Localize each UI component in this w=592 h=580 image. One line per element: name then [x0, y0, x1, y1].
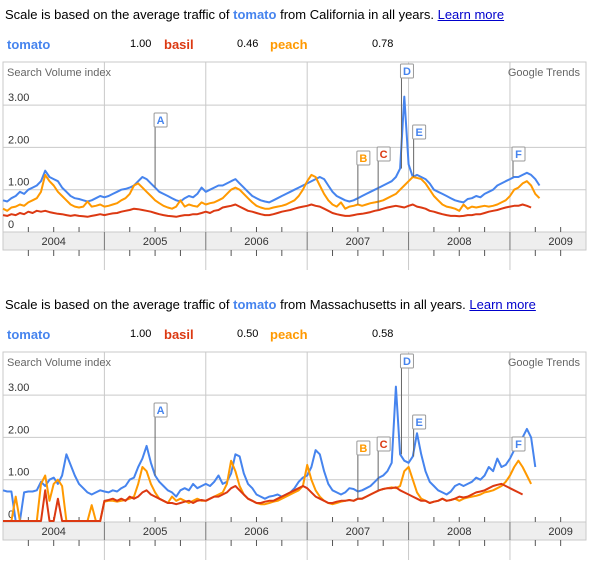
learn-more-link[interactable]: Learn more: [469, 297, 535, 312]
legend-basil-value: 0.46: [237, 38, 259, 50]
trends-panel-massachusetts: Scale is based on the average traffic of…: [0, 290, 592, 560]
google-trends-watermark: Google Trends: [508, 357, 581, 369]
scale-note-term: tomato: [233, 297, 277, 312]
y-tick-label: 3.00: [8, 382, 29, 394]
scale-note-prefix: Scale is based on the average traffic of: [5, 7, 234, 22]
x-tick-label: 2004: [41, 236, 65, 248]
legend: tomato 1.00 basil 0.46 peach 0.78: [0, 37, 592, 53]
legend-peach-value: 0.78: [372, 38, 394, 50]
legend-tomato-name[interactable]: tomato: [7, 37, 50, 52]
legend-basil-value: 0.50: [237, 328, 259, 340]
y-tick-label: 1.00: [8, 177, 29, 189]
y-tick-label: 2.00: [8, 134, 29, 146]
legend-peach-name[interactable]: peach: [270, 327, 308, 342]
learn-more-link[interactable]: Learn more: [438, 7, 504, 22]
annotation-label: E: [415, 127, 422, 139]
x-axis-band: [2, 521, 587, 541]
scale-note: Scale is based on the average traffic of…: [5, 7, 504, 22]
x-tick-label: 2009: [548, 526, 572, 538]
legend-basil-name[interactable]: basil: [164, 327, 194, 342]
x-tick-label: 2009: [548, 236, 572, 248]
google-trends-watermark: Google Trends: [508, 67, 581, 79]
legend-basil-name[interactable]: basil: [164, 37, 194, 52]
y-tick-label: 0: [8, 219, 14, 231]
scale-note-prefix: Scale is based on the average traffic of: [5, 297, 234, 312]
annotation-label: C: [380, 149, 388, 161]
scale-note-suffix: from California in all years.: [276, 7, 438, 22]
annotation-label: E: [415, 417, 422, 429]
y-axis-title: Search Volume index: [7, 357, 111, 369]
x-tick-label: 2005: [143, 526, 167, 538]
x-tick-label: 2007: [346, 236, 370, 248]
legend-tomato-value: 1.00: [130, 328, 152, 340]
x-axis-band: [2, 231, 587, 251]
annotation-label: C: [380, 439, 388, 451]
y-tick-label: 3.00: [8, 92, 29, 104]
annotation-label: B: [359, 443, 367, 455]
annotation-label: F: [515, 149, 522, 161]
trends-chart[interactable]: 01.002.003.00Search Volume index Google T…: [0, 345, 592, 580]
x-tick-label: 2006: [244, 236, 268, 248]
annotation-label: A: [157, 405, 165, 417]
legend-tomato-name[interactable]: tomato: [7, 327, 50, 342]
legend-peach-name[interactable]: peach: [270, 37, 308, 52]
x-tick-label: 2008: [447, 526, 471, 538]
legend: tomato 1.00 basil 0.50 peach 0.58: [0, 327, 592, 343]
scale-note-term: tomato: [233, 7, 277, 22]
y-tick-label: 1.00: [8, 467, 29, 479]
y-axis-title: Search Volume index: [7, 67, 111, 79]
y-tick-label: 2.00: [8, 424, 29, 436]
x-tick-label: 2005: [143, 236, 167, 248]
trends-panel-california: Scale is based on the average traffic of…: [0, 0, 592, 290]
scale-note: Scale is based on the average traffic of…: [5, 297, 536, 312]
annotation-label: A: [157, 115, 165, 127]
x-tick-label: 2006: [244, 526, 268, 538]
scale-note-suffix: from Massachusetts in all years.: [276, 297, 470, 312]
annotation-label: F: [515, 439, 522, 451]
legend-tomato-value: 1.00: [130, 38, 152, 50]
annotation-label: D: [403, 356, 411, 368]
x-tick-label: 2007: [346, 526, 370, 538]
legend-peach-value: 0.58: [372, 328, 394, 340]
annotation-label: D: [403, 66, 411, 78]
annotation-label: B: [359, 153, 367, 165]
x-tick-label: 2004: [41, 526, 65, 538]
trends-chart[interactable]: 0 1.00 2.00 3.00 Search Volume index Google T…: [0, 55, 592, 290]
x-tick-label: 2008: [447, 236, 471, 248]
